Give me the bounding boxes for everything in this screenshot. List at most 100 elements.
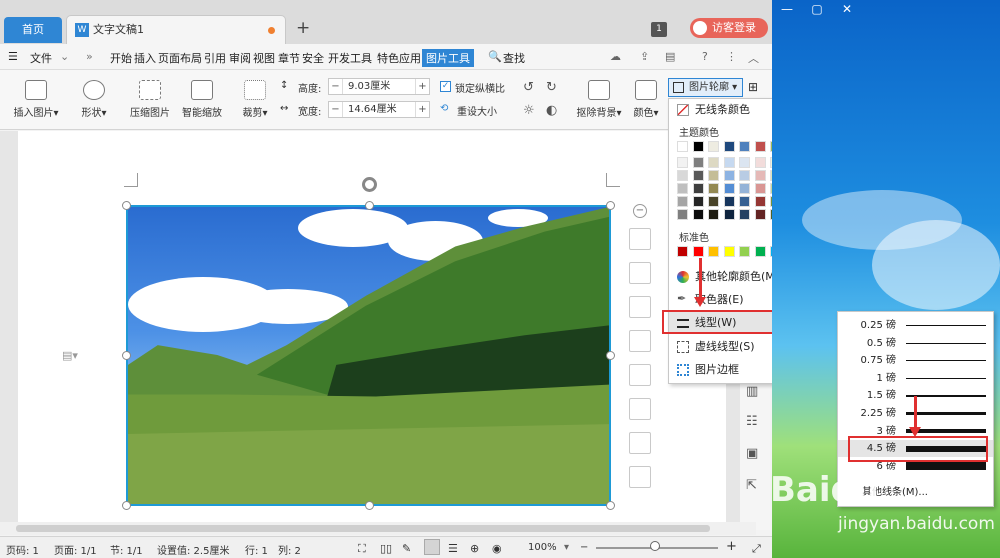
theme-color-swatch[interactable]	[739, 209, 750, 220]
standard-color-swatch[interactable]	[770, 246, 772, 257]
menu-chapter[interactable]: 章节	[278, 50, 300, 66]
theme-color-swatch[interactable]	[692, 157, 704, 168]
menu-special-apps[interactable]: 特色应用	[377, 50, 421, 66]
menu-insert[interactable]: 插入	[134, 50, 156, 66]
chart-icon[interactable]: ▥	[746, 384, 758, 399]
horizontal-scroll-thumb[interactable]	[16, 525, 710, 532]
theme-color-swatch[interactable]	[692, 141, 704, 152]
window-count-badge[interactable]: 1	[651, 22, 667, 37]
page-view-icon[interactable]	[424, 539, 440, 555]
tab-document[interactable]: W 文字文稿1	[66, 15, 286, 44]
zoom-in-button[interactable]: +	[726, 539, 737, 554]
menu-developer[interactable]: 开发工具	[328, 50, 372, 66]
theme-color-swatch[interactable]	[723, 170, 735, 181]
fullscreen-icon[interactable]: ⛶	[358, 542, 366, 556]
zoom-dropdown-icon[interactable]: ▾	[564, 542, 569, 553]
close-icon[interactable]: ✕	[832, 0, 862, 18]
web-view-icon[interactable]: ⊕	[470, 542, 479, 555]
status-pages[interactable]: 页面: 1/1	[54, 542, 97, 557]
theme-color-swatch[interactable]	[708, 183, 719, 194]
eyedropper-item[interactable]: ✒ 取色器(E)	[669, 289, 772, 311]
theme-color-swatch[interactable]	[708, 196, 719, 207]
document-icon[interactable]: ▣	[746, 446, 758, 461]
lock-ratio-checkbox[interactable]: ✓	[440, 81, 451, 92]
standard-color-swatch[interactable]	[754, 246, 766, 257]
theme-color-swatch[interactable]	[754, 209, 766, 220]
theme-color-swatch[interactable]	[677, 209, 688, 220]
theme-color-swatch[interactable]	[754, 157, 766, 168]
resize-handle-ne[interactable]	[606, 201, 615, 210]
share-icon[interactable]: ⇪	[640, 50, 649, 63]
picture-more-icon[interactable]	[629, 466, 651, 488]
line-weight-item[interactable]: 1 磅	[838, 370, 993, 387]
paragraph-layout-icon[interactable]: ▤▾	[62, 349, 78, 362]
rotate-left-icon[interactable]: ↺	[523, 80, 534, 95]
no-line-color-item[interactable]: 无线条颜色	[669, 99, 772, 121]
height-plus-button[interactable]: +	[415, 79, 429, 94]
more-arrows-icon[interactable]: »	[86, 50, 93, 63]
menu-picture-tools[interactable]: 图片工具	[422, 49, 474, 67]
expand-icon[interactable]: ⤢	[752, 542, 761, 556]
theme-color-swatch[interactable]	[739, 183, 750, 194]
height-spinner[interactable]: −9.03厘米 +	[328, 78, 430, 95]
menu-start[interactable]: 开始	[110, 50, 132, 66]
theme-color-swatch[interactable]	[677, 196, 688, 207]
theme-color-swatch[interactable]	[754, 183, 766, 194]
theme-color-swatch[interactable]	[708, 157, 719, 168]
standard-color-swatch[interactable]	[739, 246, 750, 257]
color-button[interactable]: 颜色▾	[630, 80, 662, 119]
horizontal-scrollbar[interactable]	[0, 522, 756, 535]
edit-picture-icon[interactable]	[629, 296, 651, 318]
hamburger-icon[interactable]: ☰	[8, 50, 18, 63]
theme-color-swatch[interactable]	[770, 196, 772, 207]
shape-button[interactable]: 形状▾	[76, 80, 112, 119]
theme-color-swatch[interactable]	[708, 209, 719, 220]
picture-outline-button[interactable]: 图片轮廓 ▾	[668, 78, 743, 97]
new-tab-button[interactable]: +	[296, 18, 310, 38]
read-mode-icon[interactable]: ▯▯	[380, 542, 392, 555]
zoom-slider-thumb[interactable]	[650, 541, 660, 551]
theme-color-swatch[interactable]	[770, 170, 772, 181]
menu-view[interactable]: 视图	[253, 50, 275, 66]
pen-icon[interactable]: ✎	[402, 542, 411, 555]
theme-color-swatch[interactable]	[723, 209, 735, 220]
picture-to-text-icon[interactable]	[629, 364, 651, 386]
dash-type-item[interactable]: 虚线线型(S) ▸	[669, 336, 772, 358]
picture-border-item[interactable]: 图片边框 ▸	[669, 359, 772, 381]
picture-copy-icon[interactable]	[629, 432, 651, 454]
theme-color-swatch[interactable]	[677, 141, 688, 152]
height-value[interactable]: 9.03厘米	[343, 79, 415, 94]
adjust-icon[interactable]: ☷	[746, 414, 758, 429]
menu-references[interactable]: 引用	[204, 50, 226, 66]
compress-button[interactable]: 压缩图片	[126, 80, 174, 119]
crop-tool-icon[interactable]	[629, 330, 651, 352]
theme-color-swatch[interactable]	[692, 170, 704, 181]
chevron-down-icon[interactable]: ⌄	[60, 50, 69, 63]
tab-home[interactable]: 首页	[4, 17, 62, 43]
guest-login-button[interactable]: 访客登录	[690, 18, 768, 38]
more-outline-colors-item[interactable]: 其他轮廓颜色(M)...	[669, 266, 772, 288]
theme-color-swatch[interactable]	[770, 183, 772, 194]
theme-color-swatch[interactable]	[770, 209, 772, 220]
standard-color-swatch[interactable]	[692, 246, 704, 257]
line-weight-item[interactable]: 0.25 磅	[838, 317, 993, 334]
menu-page-layout[interactable]: 页面布局	[158, 50, 202, 66]
resize-handle-e[interactable]	[606, 351, 615, 360]
theme-color-swatch[interactable]	[754, 170, 766, 181]
menu-review[interactable]: 审阅	[229, 50, 251, 66]
width-minus-button[interactable]: −	[329, 102, 343, 117]
search-label[interactable]: 查找	[503, 50, 525, 66]
smart-scale-button[interactable]: 智能缩放	[178, 80, 226, 119]
help-icon[interactable]: ?	[702, 50, 708, 63]
theme-color-swatch[interactable]	[754, 196, 766, 207]
minimize-icon[interactable]: —	[772, 0, 802, 18]
theme-color-swatch[interactable]	[739, 157, 750, 168]
status-page-number[interactable]: 页码: 1	[6, 542, 39, 557]
resize-handle-se[interactable]	[606, 501, 615, 510]
eye-protect-icon[interactable]: ◉	[492, 542, 502, 555]
settings-menu-icon[interactable]: ▤	[665, 50, 675, 63]
rotate-handle-icon[interactable]	[362, 177, 377, 192]
theme-color-swatch[interactable]	[692, 209, 704, 220]
status-section[interactable]: 节: 1/1	[110, 542, 143, 557]
theme-color-swatch[interactable]	[723, 183, 735, 194]
